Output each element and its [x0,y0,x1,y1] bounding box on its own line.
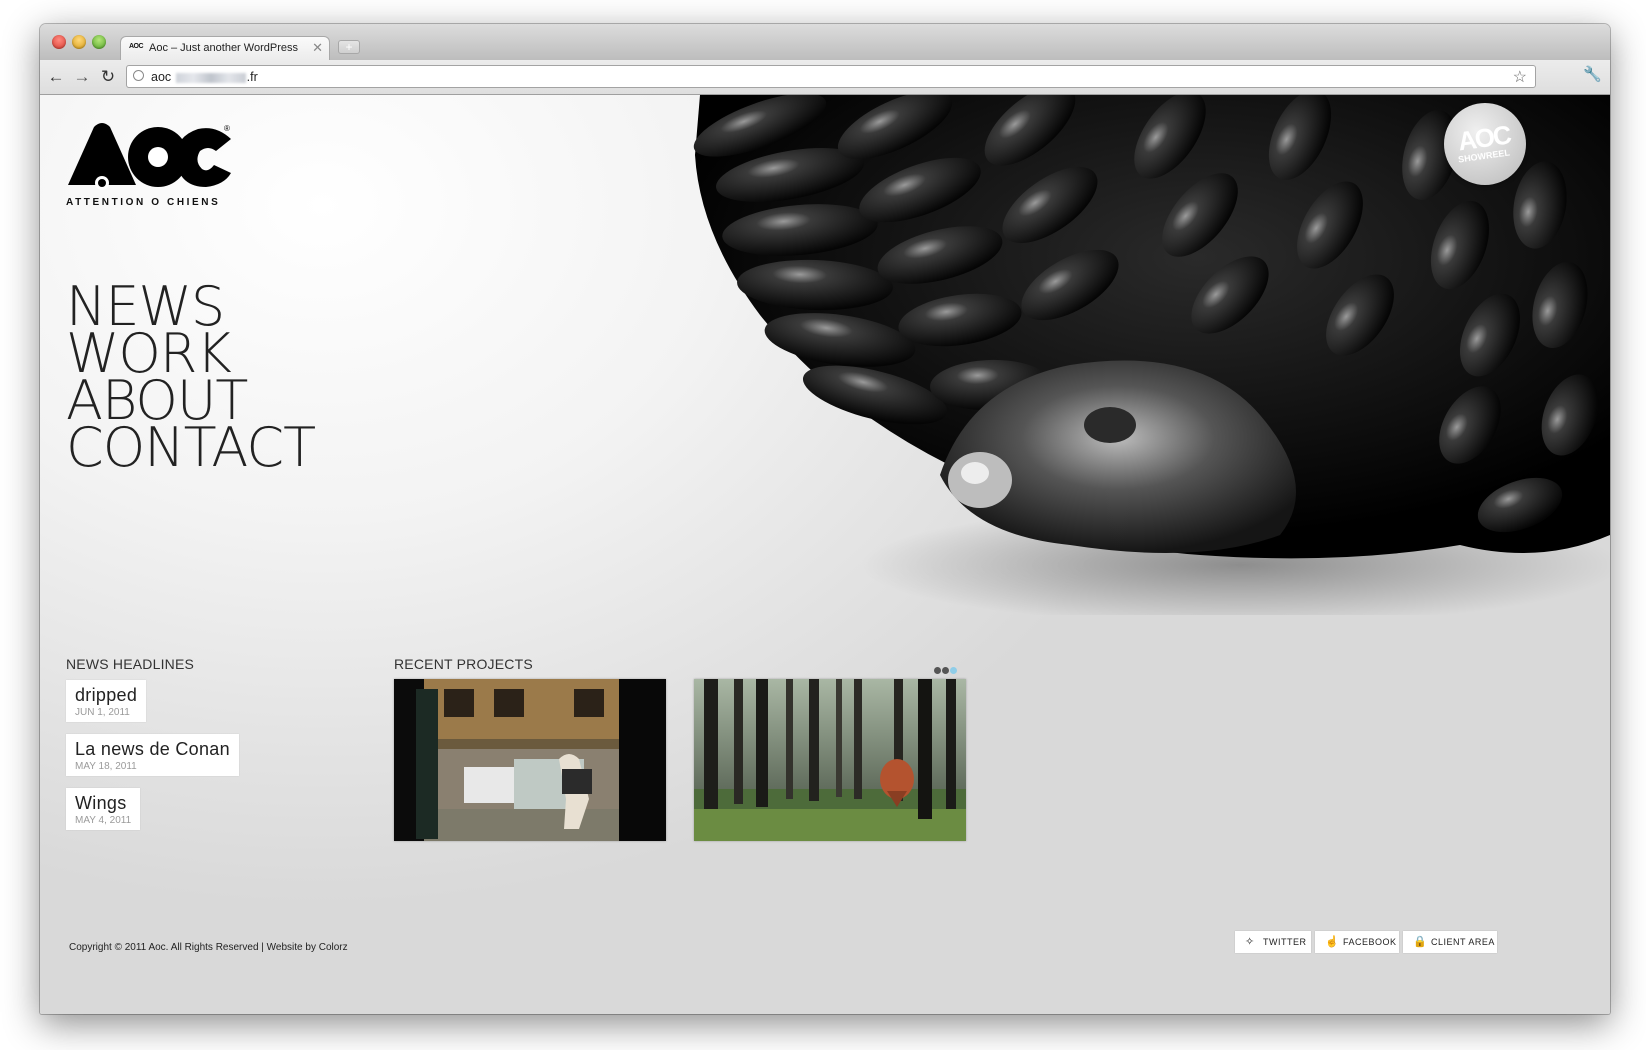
facebook-label: FACEBOOK [1343,937,1397,947]
news-date: JUN 1, 2011 [75,707,130,718]
forward-arrow-icon[interactable]: → [72,67,92,87]
url-text[interactable]: aoc .fr [151,70,258,84]
new-tab-button[interactable]: + [338,40,360,54]
twitter-button[interactable]: ✧ TWITTER [1235,931,1311,953]
lock-icon: 🔒 [1413,936,1428,948]
globe-icon [133,70,144,81]
nav-contact[interactable]: CONTACT [66,421,316,475]
star-icon[interactable]: ☆ [1513,67,1527,87]
maximize-window-button[interactable] [92,35,106,49]
twitter-bird-icon: ✧ [1245,936,1255,948]
news-item[interactable]: Wings MAY 4, 2011 [66,788,141,830]
wrench-icon[interactable]: 🔧 [1583,65,1602,83]
url-redacted [175,72,246,83]
favicon-icon: AOC [129,43,144,50]
close-tab-icon[interactable]: ✕ [312,40,323,56]
browser-toolbar: ← → ↻ aoc .fr ☆ 🔧 [40,60,1610,95]
news-title: La news de Conan [75,739,230,759]
showreel-badge[interactable]: AOC SHOWREEL [1444,103,1526,185]
logo-subtitle: ATTENTION O CHIENS [66,197,221,208]
twitter-label: TWITTER [1263,937,1307,947]
carousel-dot[interactable] [942,667,949,674]
footer-copyright: Copyright © 2011 Aoc. All Rights Reserve… [69,942,348,953]
client-area-label: CLIENT AREA [1431,937,1495,947]
news-item[interactable]: dripped JUN 1, 2011 [66,680,147,722]
news-title: dripped [75,685,138,705]
browser-tab[interactable]: AOC Aoc – Just another WordPress ✕ [120,36,330,60]
tab-title: Aoc – Just another WordPress [149,42,298,54]
carousel-dot[interactable] [934,667,941,674]
news-headlines-heading: NEWS HEADLINES [66,656,195,672]
carousel-dots [934,661,958,679]
aoc-logo-icon: ® [68,123,231,190]
browser-window: AOC Aoc – Just another WordPress ✕ + ← →… [40,24,1610,1014]
reload-icon[interactable]: ↻ [98,67,118,87]
news-list: dripped JUN 1, 2011 La news de Conan MAY… [66,680,239,842]
news-item[interactable]: La news de Conan MAY 18, 2011 [66,734,239,776]
svg-text:®: ® [224,124,230,133]
facebook-button[interactable]: ☝ FACEBOOK [1315,931,1399,953]
news-date: MAY 18, 2011 [75,761,137,772]
news-title: Wings [75,793,127,813]
url-suffix: .fr [246,70,258,84]
page-viewport: AOC SHOWREEL ® ATTENTION O CHIENS NEWS W… [40,95,1610,1014]
main-nav: NEWS WORK ABOUT CONTACT [66,280,316,475]
minimize-window-button[interactable] [72,35,86,49]
project-thumbnail-street[interactable] [394,679,666,841]
client-area-button[interactable]: 🔒 CLIENT AREA [1403,931,1497,953]
title-bar: AOC Aoc – Just another WordPress ✕ + [40,24,1610,60]
address-bar[interactable]: aoc .fr ☆ [126,65,1536,88]
project-thumbnail-forest[interactable] [694,679,966,841]
back-arrow-icon[interactable]: ← [46,67,66,87]
url-prefix: aoc [151,70,172,84]
carousel-dot-active[interactable] [950,667,957,674]
site-logo[interactable]: ® ATTENTION O CHIENS [66,121,234,208]
thumbs-up-icon: ☝ [1325,936,1340,948]
recent-projects-heading: RECENT PROJECTS [394,656,533,672]
close-window-button[interactable] [52,35,66,49]
news-date: MAY 4, 2011 [75,815,132,826]
